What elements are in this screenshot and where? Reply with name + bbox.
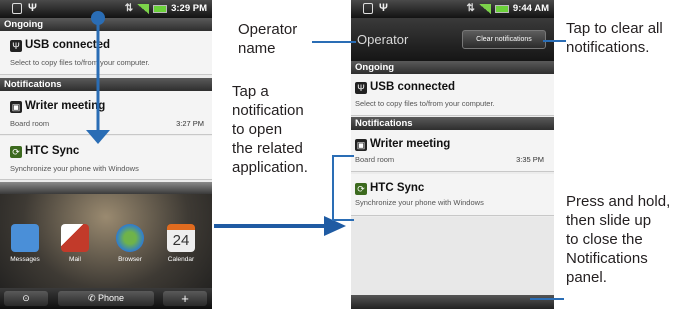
notifications-header: Notifications	[351, 117, 554, 130]
notification-title: HTC Sync	[370, 182, 425, 194]
callout-line: application.	[232, 159, 308, 176]
notification-title: Writer meeting	[370, 138, 451, 150]
sync-icon: ⟳	[355, 183, 367, 195]
usb-icon: Ψ	[379, 2, 388, 14]
callout-line: to open	[232, 121, 283, 138]
usb-icon: Ψ	[355, 82, 367, 94]
callout-bracket	[332, 219, 354, 221]
callout-line: Press and hold,	[566, 193, 671, 210]
callout-tap-clear: Tap to clear all notifications.	[566, 19, 663, 57]
status-time: 9:44 AM	[512, 3, 549, 14]
notification-subtitle: Synchronize your phone with Windows	[355, 198, 484, 207]
phone-screen-after: Ψ ⇅ 9:44 AM Operator Clear notifications…	[351, 0, 554, 309]
callout-bracket	[332, 155, 354, 157]
notification-subtitle: Select to copy files to/from your comput…	[355, 99, 495, 108]
htc-sync-notification[interactable]: ⟳ HTC Sync Synchronize your phone with W…	[351, 174, 554, 216]
callout-line: name	[238, 40, 276, 57]
status-bar: Ψ ⇅ 9:44 AM	[351, 0, 554, 18]
operator-bar: Operator Clear notifications	[351, 18, 554, 61]
notification-subtitle: Board room	[355, 155, 395, 164]
callout-line: to close the	[566, 231, 643, 248]
callout-line: notification	[232, 102, 304, 119]
callout-operator-name: Operator name	[238, 20, 297, 58]
operator-name: Operator	[357, 32, 409, 47]
callout-press-hold: Press and hold, then slide up to close t…	[566, 192, 670, 287]
network-icon: ⇅	[466, 3, 475, 14]
usb-notification[interactable]: Ψ USB connected Select to copy files to/…	[351, 74, 554, 116]
callout-line: notifications.	[566, 39, 650, 56]
signal-icon	[478, 3, 491, 14]
callout-leader-line	[543, 40, 566, 42]
callout-bracket	[332, 155, 334, 220]
transition-arrow-icon	[214, 216, 346, 236]
callout-line: then slide up	[566, 212, 652, 229]
notification-panel-handle[interactable]	[351, 295, 554, 309]
phone-screen-before: Ψ ⇅ 3:29 PM Ongoing Ψ USB connected Sele…	[0, 0, 212, 309]
callout-line: Notifications	[566, 250, 648, 267]
callout-tap-notification: Tap a notification to open the related a…	[232, 82, 308, 177]
notification-title: USB connected	[370, 81, 455, 93]
callout-line: Tap to clear all	[566, 20, 663, 37]
callout-line: panel.	[566, 269, 607, 286]
calendar-icon	[363, 3, 373, 14]
empty-panel-area	[351, 217, 554, 295]
clear-notifications-button[interactable]: Clear notifications	[462, 30, 546, 49]
notification-time: 3:35 PM	[516, 155, 544, 164]
drag-down-arrow-icon	[86, 11, 110, 144]
writer-meeting-notification[interactable]: ▣ Writer meeting Board room 3:35 PM	[351, 130, 554, 172]
calendar-icon: ▣	[355, 139, 367, 151]
ongoing-header: Ongoing	[351, 61, 554, 74]
callout-leader-line	[312, 41, 356, 43]
callout-line: Tap a	[232, 83, 269, 100]
callout-line: the related	[232, 140, 303, 157]
callout-leader-line	[530, 298, 564, 300]
battery-icon	[494, 4, 509, 13]
callout-line: Operator	[238, 21, 298, 38]
